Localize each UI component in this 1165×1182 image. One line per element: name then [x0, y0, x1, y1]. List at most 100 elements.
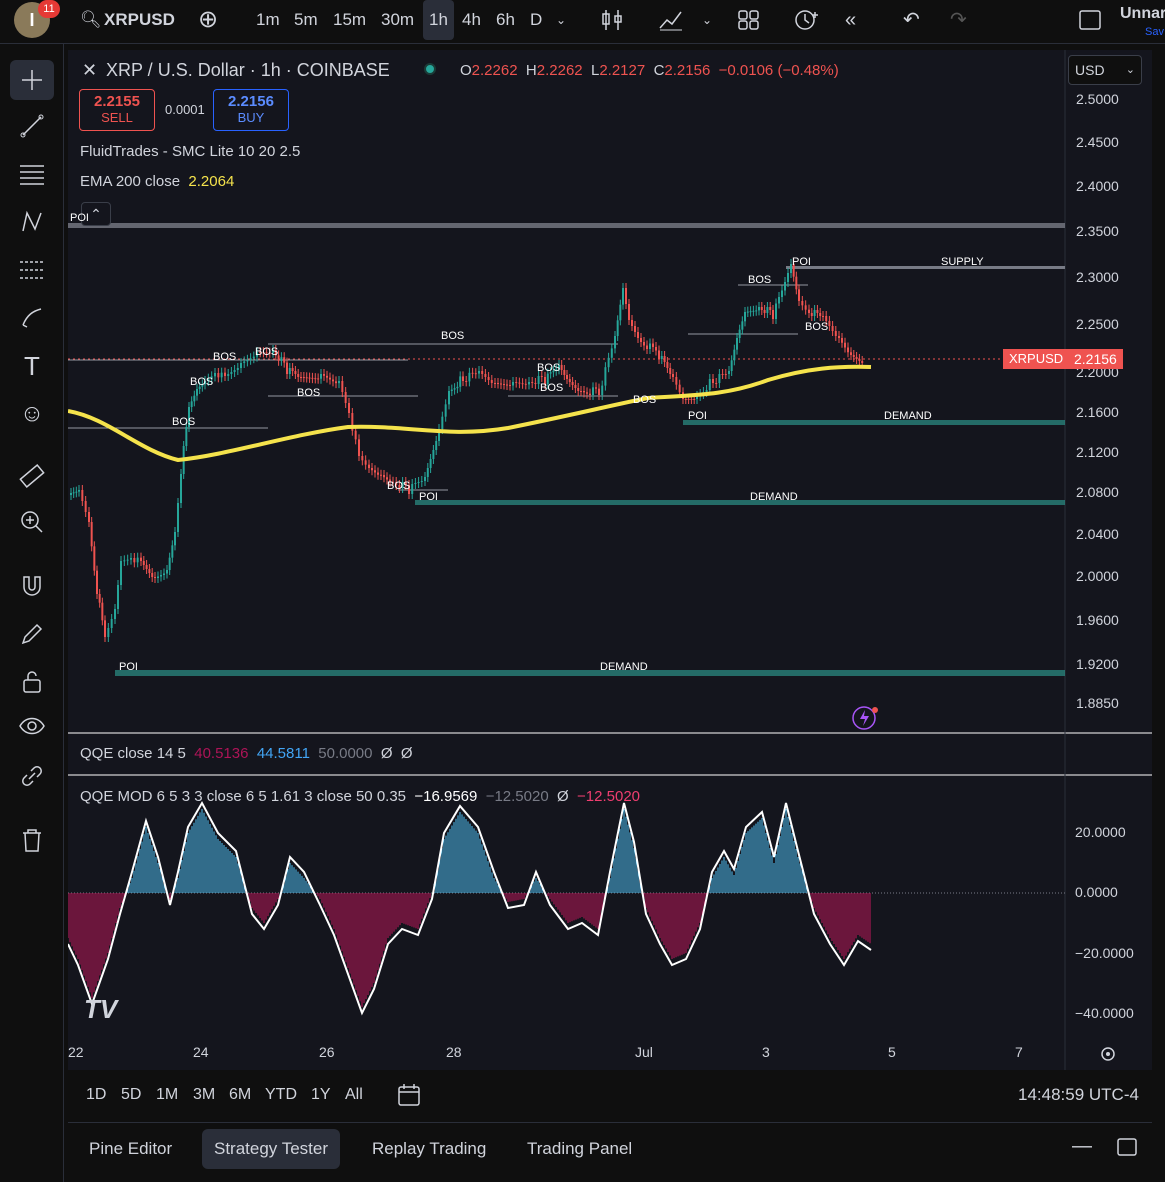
zone-label: BOS — [190, 376, 214, 388]
indicator-ema-label[interactable]: EMA 200 close 2.2064 — [80, 173, 234, 190]
maximize-icon[interactable] — [1116, 1137, 1138, 1157]
ohlc-readout: O2.2262 H2.2262 L2.2127 C2.2156 −0.0106 … — [460, 62, 839, 79]
range-1y[interactable]: 1Y — [311, 1074, 331, 1116]
chevron-down-icon[interactable]: ⌄ — [702, 0, 712, 40]
zone-label: POI — [119, 661, 138, 673]
zone-label: BOS — [213, 351, 237, 363]
qqe-mod-legend[interactable]: QQE MOD 6 5 3 3 close 6 5 1.61 3 close 5… — [80, 788, 640, 805]
indicator-smc-label[interactable]: FluidTrades - SMC Lite 10 20 2.5 — [80, 143, 300, 160]
bottom-panel-tabs: Pine Editor Strategy Tester Replay Tradi… — [68, 1122, 1152, 1172]
zoom-in-icon[interactable] — [10, 502, 54, 542]
zone-label: DEMAND — [750, 491, 798, 503]
range-1m[interactable]: 1M — [156, 1074, 178, 1116]
redo-icon[interactable]: ↷ — [950, 0, 967, 40]
qqe-axis-label: −20.0000 — [1075, 945, 1134, 961]
buy-price: 2.2156 — [228, 93, 274, 110]
tab-pine-editor[interactable]: Pine Editor — [77, 1129, 184, 1169]
chart-canvas[interactable] — [68, 50, 1152, 1070]
replay-icon[interactable]: « — [845, 0, 856, 40]
brush-icon[interactable] — [10, 298, 54, 338]
chart-area[interactable]: ✕ XRP / U.S. Dollar · 1h · COINBASE O2.2… — [68, 50, 1152, 1070]
trend-line-icon[interactable] — [10, 106, 54, 146]
chevron-down-icon[interactable]: ⌄ — [556, 0, 566, 40]
link-icon[interactable] — [10, 756, 54, 796]
trash-icon[interactable] — [10, 820, 54, 860]
zone-label: BOS — [172, 416, 196, 428]
search-icon: 🔍︎ — [80, 10, 102, 29]
price-axis-label: 2.0400 — [1076, 526, 1119, 542]
alert-clock-icon[interactable] — [793, 8, 821, 32]
tf-15m[interactable]: 15m — [327, 0, 372, 40]
top-toolbar: I 11 🔍︎ XRPUSD ⊕ 1m 5m 15m 30m 1h 4h 6h … — [0, 0, 1165, 44]
layout-window-icon[interactable] — [1078, 9, 1104, 31]
zone-label: BOS — [255, 346, 279, 358]
pattern-icon[interactable] — [10, 202, 54, 242]
compare-add-icon[interactable]: ⊕ — [198, 0, 218, 40]
symbol-price-tag: XRPUSD — [1003, 349, 1070, 369]
date-range-icon[interactable] — [396, 1082, 422, 1108]
eye-icon[interactable] — [10, 706, 54, 746]
range-5d[interactable]: 5D — [121, 1074, 141, 1116]
range-ytd[interactable]: YTD — [265, 1074, 297, 1116]
buy-label: BUY — [237, 110, 265, 125]
symbol-label[interactable]: XRPUSD — [104, 0, 175, 40]
tab-strategy-tester[interactable]: Strategy Tester — [202, 1129, 341, 1169]
settings-gear-icon[interactable] — [1098, 1044, 1118, 1064]
price-axis-label: 2.0800 — [1076, 484, 1119, 500]
tf-1h[interactable]: 1h — [423, 0, 454, 40]
zone-label: POI — [688, 410, 707, 422]
sell-button[interactable]: 2.2155 SELL — [79, 89, 155, 131]
undo-icon[interactable]: ↶ — [903, 0, 920, 40]
tradingview-logo: TV — [84, 994, 118, 1024]
lock-icon[interactable] — [10, 662, 54, 702]
pencil-lock-icon[interactable] — [10, 614, 54, 654]
spread-value: 0.0001 — [165, 102, 205, 117]
tab-trading-panel[interactable]: Trading Panel — [515, 1129, 644, 1169]
tf-4h[interactable]: 4h — [456, 0, 487, 40]
clock-timezone[interactable]: 14:48:59 UTC-4 — [1018, 1074, 1139, 1116]
magnet-icon[interactable] — [10, 566, 54, 606]
qqe-axis-label: 0.0000 — [1075, 884, 1118, 900]
horizontal-lines-icon[interactable] — [10, 154, 54, 194]
currency-select[interactable]: USD ⌄ — [1068, 55, 1142, 85]
layouts-icon[interactable] — [737, 9, 761, 31]
price-axis-label: 2.3500 — [1076, 223, 1119, 239]
fib-icon[interactable] — [10, 250, 54, 290]
emoji-icon[interactable]: ☺ — [10, 394, 54, 434]
tf-30m[interactable]: 30m — [375, 0, 420, 40]
indicators-icon[interactable] — [658, 8, 684, 32]
crosshair-icon[interactable] — [10, 60, 54, 100]
save-label[interactable]: Sav — [1145, 12, 1164, 52]
tf-1m[interactable]: 1m — [250, 0, 286, 40]
zone-label: DEMAND — [884, 410, 932, 422]
tab-replay-trading[interactable]: Replay Trading — [360, 1129, 498, 1169]
range-3m[interactable]: 3M — [193, 1074, 215, 1116]
buy-button[interactable]: 2.2156 BUY — [213, 89, 289, 131]
range-6m[interactable]: 6M — [229, 1074, 251, 1116]
ruler-icon[interactable] — [10, 456, 54, 496]
price-axis-label: 1.8850 — [1076, 695, 1119, 711]
symbol-search[interactable]: 🔍︎ — [80, 0, 102, 40]
qqe-legend[interactable]: QQE close 14 5 40.5136 44.5811 50.0000 Ø… — [80, 745, 413, 762]
range-1d[interactable]: 1D — [86, 1074, 106, 1116]
tf-5m[interactable]: 5m — [288, 0, 324, 40]
range-all[interactable]: All — [345, 1074, 363, 1116]
time-axis-label: 7 — [1015, 1044, 1023, 1060]
last-price-tag: 2.2156 — [1068, 349, 1123, 369]
lightning-icon[interactable] — [850, 704, 882, 732]
qqe-axis-label: −40.0000 — [1075, 1005, 1134, 1021]
time-axis-label: 22 — [68, 1044, 84, 1060]
minimize-icon[interactable]: — — [1072, 1135, 1092, 1158]
price-axis-label: 2.2500 — [1076, 316, 1119, 332]
time-axis-label: 3 — [762, 1044, 770, 1060]
text-tool-icon[interactable]: T — [10, 346, 54, 386]
zone-label: POI — [70, 212, 89, 224]
tf-6h[interactable]: 6h — [490, 0, 521, 40]
legend-title[interactable]: XRP / U.S. Dollar · 1h · COINBASE — [106, 60, 390, 81]
notification-badge: 11 — [38, 0, 60, 18]
tf-d[interactable]: D — [524, 0, 548, 40]
time-axis-label: 5 — [888, 1044, 896, 1060]
legend-close-icon[interactable]: ✕ — [82, 60, 97, 81]
candles-icon[interactable] — [600, 8, 626, 32]
range-toolbar: 1D 5D 1M 3M 6M YTD 1Y All 14:48:59 UTC-4 — [68, 1074, 1152, 1116]
